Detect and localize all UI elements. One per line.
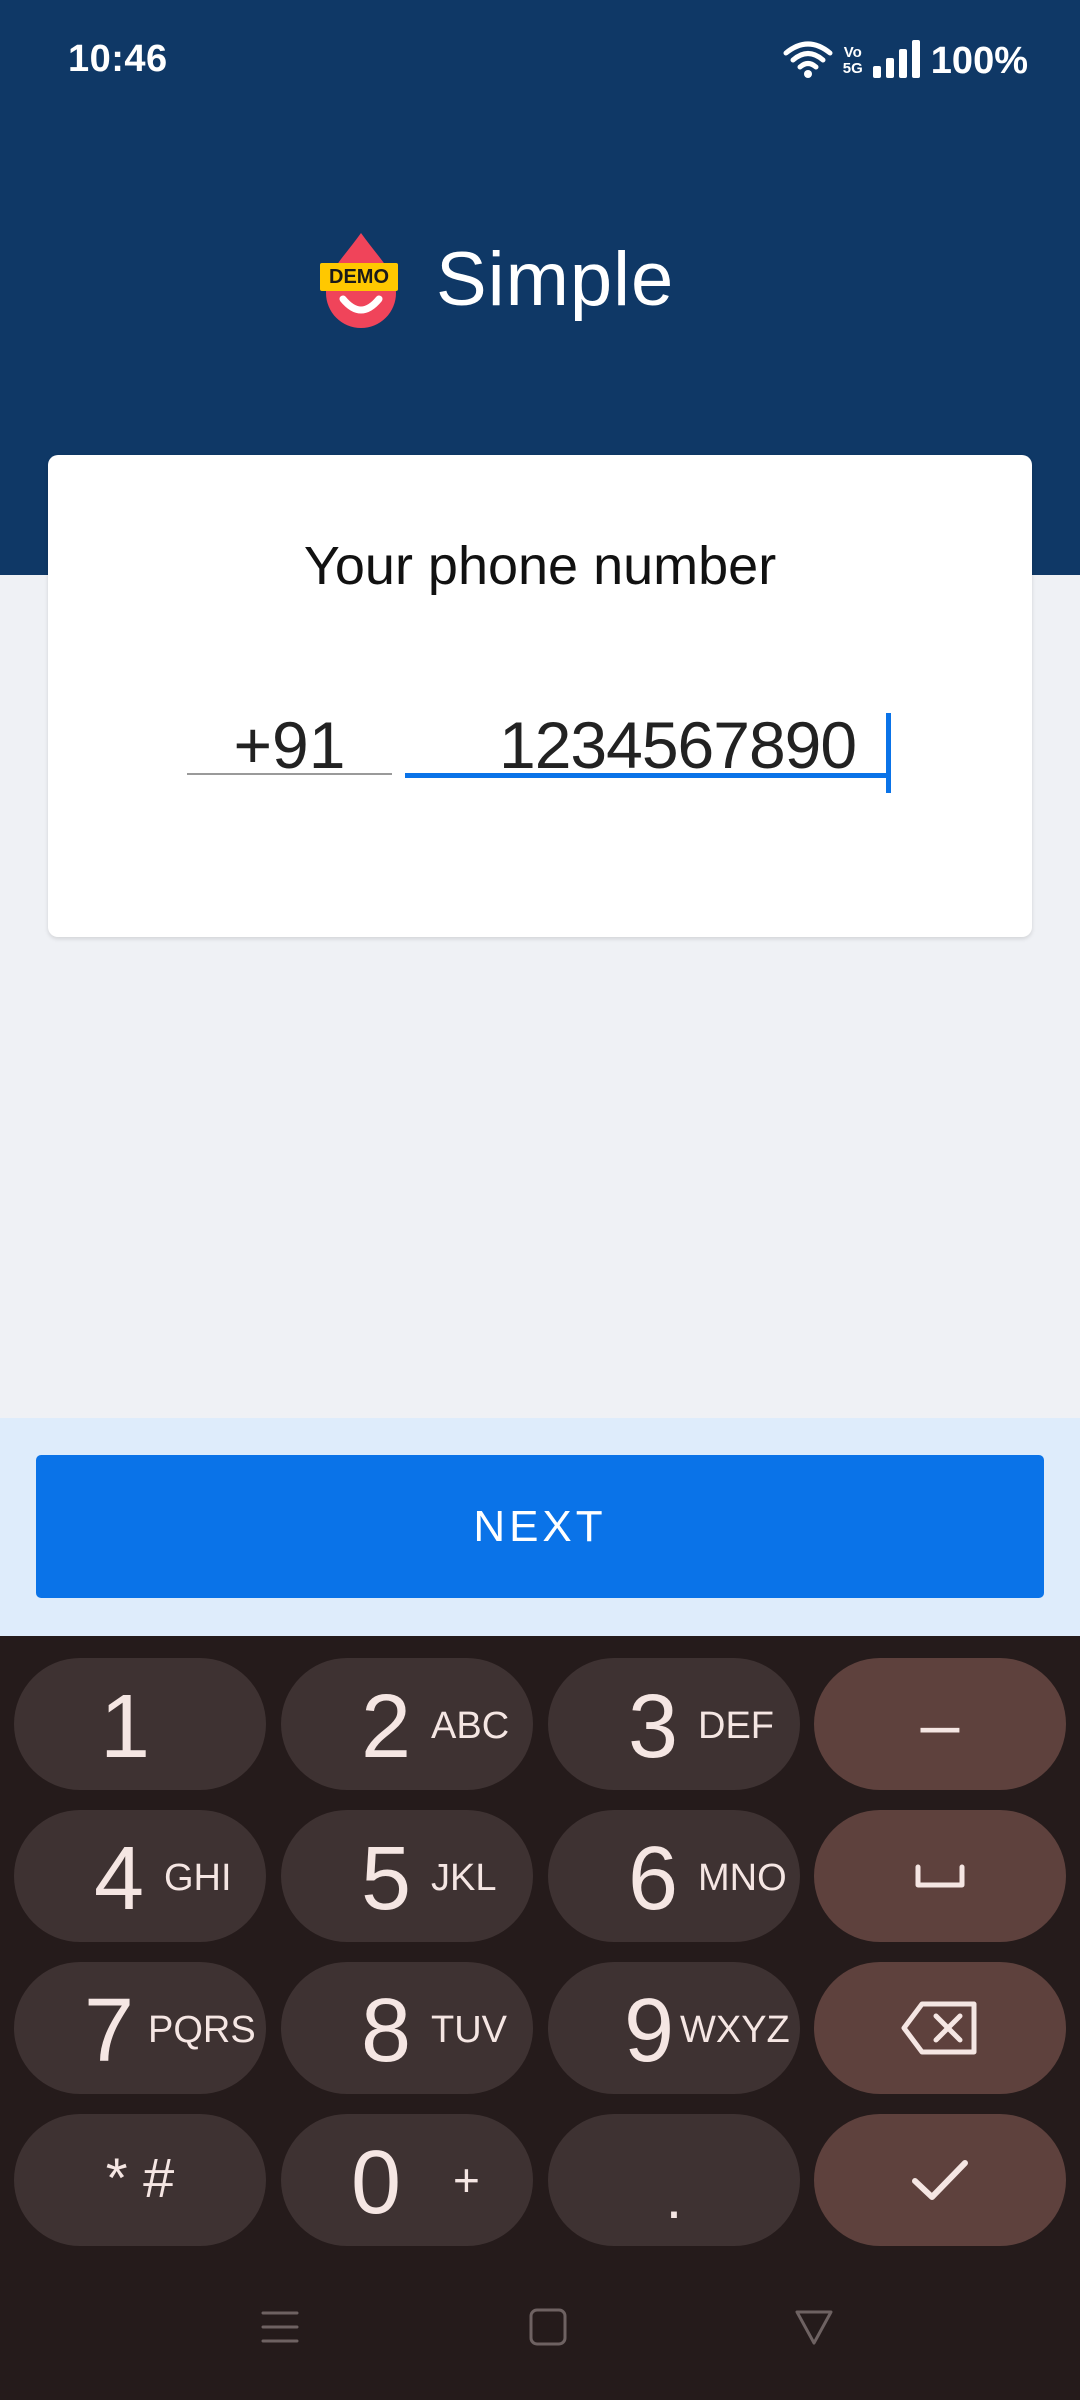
text-cursor [886,713,891,793]
space-key[interactable] [814,1810,1066,1942]
key-digit: 5 [361,1829,412,1929]
key-9[interactable]: 9 WXYZ [548,1962,800,2094]
key-6[interactable]: 6 MNO [548,1810,800,1942]
symbols-key[interactable]: * # [14,2114,266,2246]
key-letters: WXYZ [680,2009,790,2051]
period-key[interactable]: . [548,2114,800,2246]
key-digit: 7 [84,1981,135,2081]
key-digit: 6 [628,1829,679,1929]
volte-indicator: Vo 5G [842,44,863,77]
signal-icon [872,39,921,83]
key-7[interactable]: 7 PQRS [14,1962,266,2094]
key-digit: 0 [351,2133,402,2233]
home-icon[interactable] [528,2308,568,2351]
key-digit: 1 [100,1677,151,1777]
demo-badge: DEMO [320,263,398,291]
battery-level: 100% [930,39,1028,82]
space-icon [814,1810,1066,1942]
next-button[interactable]: NEXT [36,1455,1044,1598]
country-code-field[interactable]: +91 [187,712,392,778]
key-letters: TUV [431,2009,507,2051]
key-2[interactable]: 2 ABC [281,1658,533,1790]
key-digit: 9 [624,1981,675,2081]
key-digit: 4 [94,1829,145,1929]
key-8[interactable]: 8 TUV [281,1962,533,2094]
blood-drop-logo-icon: DEMO [318,229,404,329]
key-3[interactable]: 3 DEF [548,1658,800,1790]
status-time: 10:46 [68,38,168,80]
done-key[interactable] [814,2114,1066,2246]
minus-key[interactable]: – [814,1658,1066,1790]
phone-number-card: Your phone number +91 1234567890 [48,455,1032,937]
status-icons: Vo 5G 100% [783,36,1028,86]
minus-label: – [920,1685,960,1763]
checkmark-icon [814,2114,1066,2246]
key-digit: 8 [361,1981,412,2081]
card-title: Your phone number [303,536,777,596]
period-label: . [665,2163,683,2231]
recent-apps-icon[interactable] [260,2308,300,2351]
key-letters: DEF [698,1705,774,1747]
key-letters: JKL [431,1857,497,1899]
app-name: Simple [436,236,675,322]
phone-number-input[interactable]: 1234567890 [405,708,891,793]
key-letters: ABC [431,1705,510,1747]
key-1[interactable]: 1 [14,1658,266,1790]
key-letters: MNO [698,1857,787,1899]
back-icon[interactable] [794,2308,834,2351]
key-4[interactable]: 4 GHI [14,1810,266,1942]
app-logo: DEMO Simple [318,224,674,334]
key-letters: + [453,2154,480,2206]
wifi-icon [783,39,833,84]
key-digit: 3 [628,1677,679,1777]
key-letters: GHI [164,1857,232,1899]
numeric-keyboard: 1 2 ABC 3 DEF – 4 GHI 5 JKL 6 MNO 7 PQRS… [0,1636,1080,2400]
symbols-label: * # [105,2145,175,2209]
key-5[interactable]: 5 JKL [281,1810,533,1942]
phone-number-value: 1234567890 [499,708,857,782]
key-digit: 2 [361,1677,412,1777]
key-letters: PQRS [148,2009,256,2051]
backspace-key[interactable] [814,1962,1066,2094]
backspace-icon [814,1962,1066,2094]
key-0[interactable]: 0 + [281,2114,533,2246]
